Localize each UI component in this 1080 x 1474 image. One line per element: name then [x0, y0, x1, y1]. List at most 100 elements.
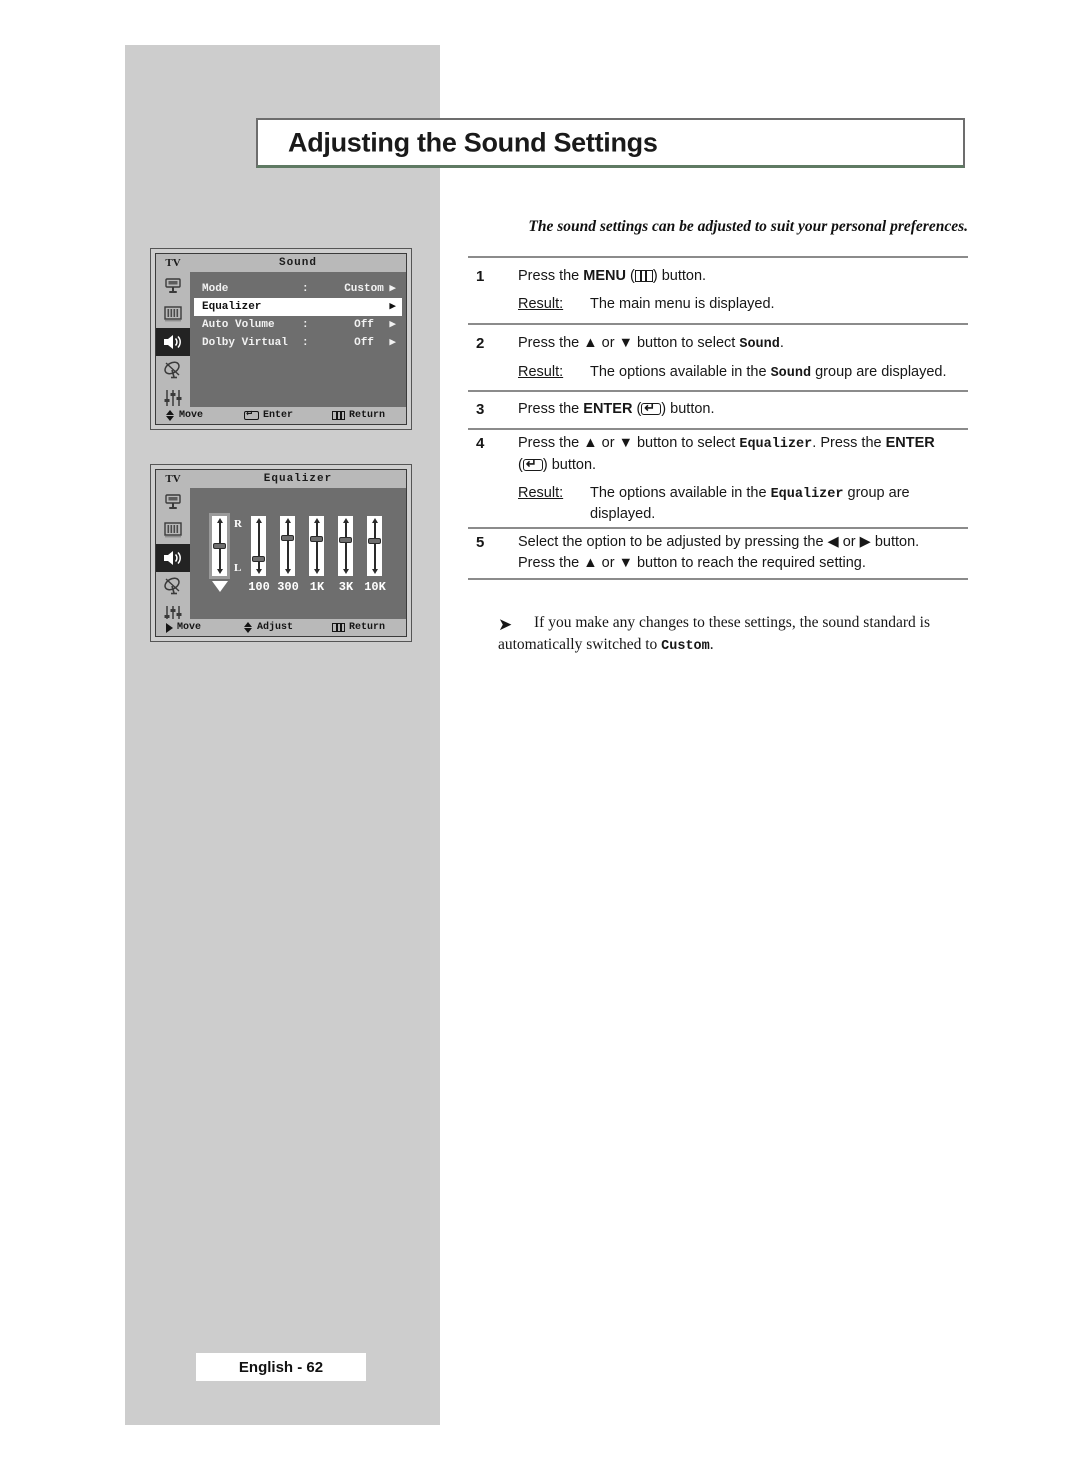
slider-knob[interactable]: [310, 536, 323, 542]
note-text-before: If you make any changes to these setting…: [498, 614, 931, 654]
satellite-dish-icon[interactable]: [156, 356, 190, 384]
step-text-before: Press the: [518, 268, 584, 284]
divider: [468, 323, 968, 325]
slider-knob[interactable]: [281, 535, 294, 541]
divider: [468, 256, 968, 258]
step-instruction-line1: Select the option to be adjusted by pres…: [518, 534, 920, 550]
enter-button-icon: [641, 399, 662, 418]
osd-equalizer-footer: Move Adjust Return: [156, 619, 406, 636]
footer-return-label: Return: [349, 410, 386, 421]
menu-glyph-wrap: (): [625, 268, 658, 284]
satellite-dish-icon[interactable]: [156, 572, 190, 600]
step-text-after: button.: [666, 401, 715, 417]
slider-down-cap-icon: [255, 569, 262, 574]
step-number: 5: [476, 534, 485, 551]
slider-track: [257, 521, 260, 571]
band-slider-10k[interactable]: [367, 516, 382, 576]
step-text-after: .: [779, 335, 784, 351]
step-text-mid: . Press the: [812, 435, 886, 451]
step-text-before: Press the ▲ or ▼ button to select: [518, 435, 740, 451]
menu-button-icon: [332, 623, 345, 632]
step-3: 3 Press the ENTER () button.: [468, 399, 968, 420]
step-instruction: Press the ▲ or ▼ button to select Equali…: [518, 433, 968, 476]
step-text-before: Press the ▲ or ▼ button to select: [518, 335, 740, 351]
slider-knob[interactable]: [213, 543, 226, 549]
band-slider-100[interactable]: [251, 516, 266, 576]
step-body: Select the option to be adjusted by pres…: [518, 532, 968, 574]
enter-glyph-wrap: (): [518, 455, 548, 474]
band-slider-1k[interactable]: [309, 516, 324, 576]
osd-equalizer-body: R L 100 300 1K 3K 10K: [190, 488, 406, 619]
step-body: Press the ▲ or ▼ button to select Equali…: [518, 433, 968, 525]
intro-text: The sound settings can be adjusted to su…: [528, 218, 968, 235]
up-down-arrows-icon: [244, 622, 253, 633]
equalizer-keyword: Equalizer: [770, 486, 844, 502]
footer-move-label: Move: [177, 622, 202, 633]
divider: [468, 527, 968, 529]
osd-equalizer-menu: TV Equalizer R L 100 300 1K 3K 10K Move …: [150, 464, 412, 642]
result-text-before: The options available in the: [590, 363, 771, 380]
band-slider-300[interactable]: [280, 516, 295, 576]
equalizer-sliders-area: R L 100 300 1K 3K 10K: [190, 488, 406, 619]
slider-track: [344, 521, 347, 571]
step-number: 2: [476, 335, 485, 352]
page-footer-label: English - 62: [196, 1353, 366, 1381]
balance-icon: [204, 580, 236, 597]
input-source-icon[interactable]: [156, 488, 190, 516]
osd-tv-label: TV: [156, 254, 190, 272]
slider-up-cap-icon: [313, 518, 320, 523]
menu-row-colon: :: [302, 319, 309, 331]
slider-knob[interactable]: [339, 537, 352, 543]
slider-up-cap-icon: [342, 518, 349, 523]
menu-row-label: Auto Volume: [202, 319, 275, 331]
footer-move: Move: [166, 410, 203, 421]
osd-sound-body: Mode : Custom ▶ Equalizer ▶ Auto Volume …: [190, 272, 406, 407]
footer-adjust: Adjust: [244, 622, 293, 633]
step-2: 2 Press the ▲ or ▼ button to select Soun…: [468, 333, 968, 383]
slider-up-cap-icon: [255, 518, 262, 523]
speaker-icon[interactable]: [156, 544, 190, 572]
picture-icon[interactable]: [156, 516, 190, 544]
osd-equalizer-sidebar: TV: [156, 470, 190, 636]
speaker-icon[interactable]: [156, 328, 190, 356]
slider-knob[interactable]: [368, 538, 381, 544]
picture-icon[interactable]: [156, 300, 190, 328]
step-text-before: Press the: [518, 401, 584, 417]
note-block: ➤ If you make any changes to these setti…: [498, 612, 968, 657]
step-instruction: Press the MENU () button.: [518, 266, 968, 287]
slider-knob[interactable]: [252, 556, 265, 562]
result-text: The main menu is displayed.: [590, 296, 775, 313]
menu-row-auto-volume[interactable]: Auto Volume : Off ▶: [194, 316, 402, 334]
menu-button-icon: [634, 270, 653, 282]
slider-track: [373, 521, 376, 571]
step-body: Press the ▲ or ▼ button to select Sound.…: [518, 333, 968, 383]
menu-row-equalizer[interactable]: Equalizer ▶: [194, 298, 402, 316]
footer-enter-label: Enter: [263, 410, 294, 421]
osd-sound-inner: TV Sound Mode: Custom ▶ Equalizer ▶ Aut…: [155, 253, 407, 425]
osd-sound-sidebar: TV: [156, 254, 190, 424]
step-4: 4 Press the ▲ or ▼ button to select Equa…: [468, 433, 968, 525]
step-1: 1 Press the MENU () button. Result: The …: [468, 266, 968, 315]
note-text: If you make any changes to these setting…: [498, 614, 931, 654]
input-source-icon[interactable]: [156, 272, 190, 300]
enter-button-icon: [522, 455, 543, 473]
enter-keyword: ENTER: [885, 435, 935, 451]
right-arrow-icon: ▶: [389, 301, 396, 313]
menu-row-colon: :: [302, 283, 309, 295]
step-number: 4: [476, 435, 485, 452]
page-title: Adjusting the Sound Settings: [288, 127, 658, 157]
slider-down-cap-icon: [313, 569, 320, 574]
result-label: Result:: [518, 296, 564, 313]
balance-left-label: L: [234, 562, 242, 574]
step-body: Press the ENTER () button.: [518, 399, 968, 420]
slider-track: [315, 521, 318, 571]
menu-row-dolby-virtual[interactable]: Dolby Virtual : Off ▶: [194, 334, 402, 352]
slider-up-cap-icon: [371, 518, 378, 523]
band-slider-3k[interactable]: [338, 516, 353, 576]
menu-row-mode[interactable]: Mode : Custom ▶: [194, 280, 402, 298]
footer-return-label: Return: [349, 622, 386, 633]
footer-return: Return: [332, 622, 385, 633]
up-down-arrows-icon: [166, 410, 175, 421]
balance-slider[interactable]: [209, 513, 230, 579]
step-result: Result: The main menu is displayed.: [518, 294, 968, 315]
